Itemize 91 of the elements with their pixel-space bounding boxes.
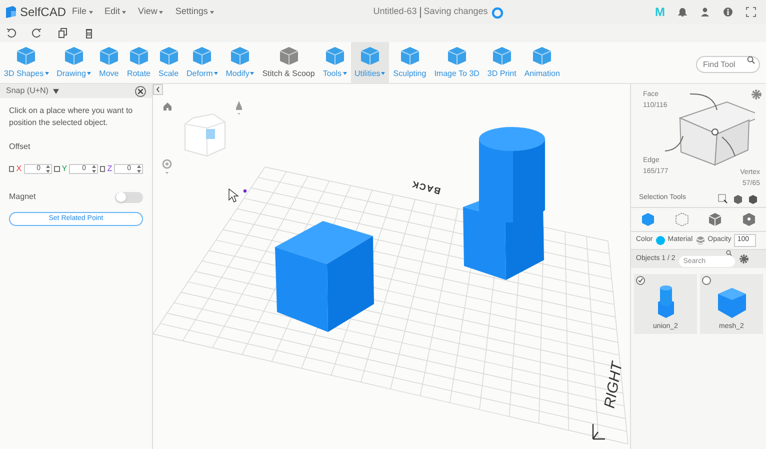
- caret-down-icon[interactable]: [53, 88, 60, 94]
- find-tool-field[interactable]: Find Tool: [696, 56, 760, 72]
- axis-checkbox[interactable]: [100, 166, 106, 172]
- cursor-icon: [228, 188, 240, 202]
- magnet-label: Magnet: [9, 191, 36, 203]
- tool-button[interactable]: Scale: [154, 42, 183, 83]
- cube-icon: [400, 46, 420, 66]
- cube-icon: [492, 46, 512, 66]
- axis-checkbox[interactable]: [54, 166, 60, 172]
- tool-button[interactable]: 3D Print: [483, 42, 520, 83]
- menu-item[interactable]: Edit: [104, 5, 126, 19]
- spinner-icon: [490, 6, 504, 18]
- menu-item[interactable]: Settings: [175, 5, 214, 19]
- app-name: SelfCAD: [20, 4, 66, 21]
- tool-button[interactable]: Rotate: [122, 42, 155, 83]
- tool-button[interactable]: Stitch & Scoop: [258, 42, 319, 83]
- cube-icon: [360, 46, 380, 66]
- cube-mode-icon[interactable]: [742, 212, 756, 227]
- cube-mode-icon[interactable]: [674, 212, 689, 227]
- box-select-icon[interactable]: [718, 194, 728, 204]
- magnet-toggle[interactable]: [115, 192, 143, 202]
- axis-checkbox[interactable]: [9, 166, 14, 172]
- undo-icon[interactable]: [6, 28, 16, 38]
- menu-item[interactable]: View: [138, 5, 164, 19]
- settings-icon[interactable]: [739, 254, 750, 264]
- settings-icon[interactable]: [751, 89, 762, 100]
- bell-icon[interactable]: [678, 7, 687, 17]
- cube-icon: [158, 46, 179, 66]
- cube-icon: [98, 46, 119, 66]
- color-swatch[interactable]: [656, 236, 665, 245]
- tool-button[interactable]: Move: [94, 42, 123, 83]
- spinner-arrows-icon[interactable]: [46, 165, 50, 173]
- offset-label: Offset: [8, 141, 32, 153]
- spinner-arrows-icon[interactable]: [137, 165, 141, 173]
- material-sphere-icon[interactable]: [696, 236, 705, 245]
- tool-button[interactable]: Image To 3D: [430, 42, 484, 83]
- fullscreen-icon[interactable]: [746, 7, 756, 17]
- tool-button[interactable]: Deform: [182, 42, 222, 83]
- cube-icon: [64, 46, 84, 66]
- select-checkbox[interactable]: [702, 276, 711, 285]
- cube-icon: [532, 46, 552, 66]
- copy-icon[interactable]: [58, 28, 68, 38]
- tool-button[interactable]: Sculpting: [389, 42, 430, 83]
- union-drawing[interactable]: [463, 127, 545, 280]
- tool-button[interactable]: Tools: [318, 42, 350, 83]
- perspective-icon[interactable]: [235, 101, 243, 115]
- info-icon[interactable]: [723, 7, 733, 17]
- redo-icon[interactable]: [32, 28, 42, 38]
- close-button[interactable]: [135, 86, 146, 96]
- spinner-arrows-icon[interactable]: [92, 165, 96, 173]
- cube-icon: [324, 46, 345, 66]
- axis-label: Z: [107, 163, 112, 175]
- document-title: Untitled-63: [373, 5, 417, 18]
- panel-title: Snap (U+N): [6, 85, 48, 97]
- cube-icon: [446, 46, 467, 66]
- axis-gizmo-icon: [592, 423, 606, 440]
- home-icon[interactable]: [163, 102, 172, 111]
- tool-button[interactable]: Animation: [520, 42, 564, 83]
- cube-icon: [192, 46, 212, 66]
- menu-item[interactable]: File: [72, 5, 93, 19]
- collapse-panel-icon[interactable]: [153, 84, 163, 95]
- instructions-text: Click on a place where you want to position the selected object.: [8, 105, 134, 129]
- tool-button[interactable]: 3D Shapes: [0, 42, 53, 83]
- search-icon[interactable]: [726, 250, 732, 256]
- axis-label: Y: [62, 163, 68, 175]
- caret-icon: [159, 10, 164, 14]
- cube-drawing[interactable]: [275, 221, 374, 332]
- caret-icon: [122, 10, 126, 14]
- cube-icon: [128, 46, 149, 66]
- cube-icon: [230, 46, 250, 66]
- back-label: BACK: [410, 178, 442, 198]
- m-logo[interactable]: M: [655, 3, 665, 21]
- close-icon: [138, 88, 143, 94]
- point-marker: [243, 189, 247, 193]
- logo-icon: [4, 5, 18, 19]
- tool-button[interactable]: Utilities: [350, 42, 390, 83]
- cube-mode-icon[interactable]: [708, 212, 722, 227]
- axis-label: X: [16, 163, 22, 175]
- search-icon[interactable]: [747, 56, 755, 64]
- tool-button[interactable]: Modify: [222, 42, 258, 83]
- caret-icon: [88, 10, 93, 14]
- cube-mode-icon[interactable]: [640, 212, 655, 227]
- cube-icon: [16, 46, 36, 66]
- right-label: RIGHT: [600, 360, 628, 410]
- trash-icon[interactable]: [84, 28, 94, 38]
- caret-icon: [210, 10, 214, 14]
- select-checkbox[interactable]: [636, 276, 645, 285]
- user-icon[interactable]: [700, 7, 710, 17]
- cube-icon: [278, 46, 299, 66]
- tool-button[interactable]: Drawing: [52, 42, 95, 83]
- save-status: Saving changes: [424, 5, 488, 18]
